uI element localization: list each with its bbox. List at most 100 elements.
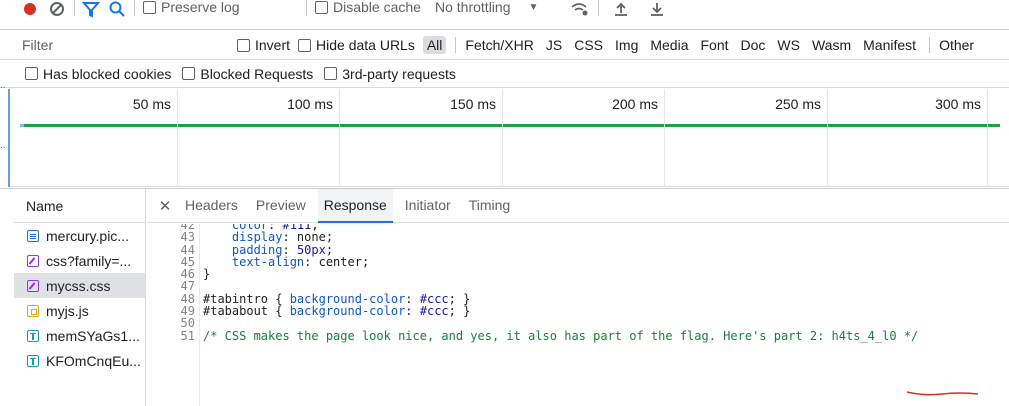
line-number: 43 bbox=[180, 230, 195, 245]
network-conditions-icon[interactable] bbox=[570, 0, 590, 22]
chevron-down-icon: ▼ bbox=[528, 1, 539, 13]
timeline-gridline bbox=[339, 89, 340, 187]
request-row[interactable]: css?family=... bbox=[14, 248, 145, 273]
blocked-requests-box[interactable] bbox=[182, 67, 196, 80]
timeline-gridline bbox=[502, 89, 503, 187]
invert-checkbox[interactable]: Invert bbox=[237, 37, 290, 53]
type-filter-font[interactable]: Font bbox=[697, 36, 733, 54]
line-content: /* CSS makes the page look nice, and yes… bbox=[203, 328, 919, 343]
request-list: Name mercury.pic... css?family=... mycss.c… bbox=[14, 189, 146, 406]
filter-options: Invert Hide data URLs All Fetch/XHR JS CSS I… bbox=[237, 34, 982, 56]
tab-preview[interactable]: Preview bbox=[250, 189, 312, 223]
hide-data-urls-box[interactable] bbox=[298, 38, 312, 52]
red-underline-annotation bbox=[906, 391, 979, 396]
type-filter-css[interactable]: CSS bbox=[570, 36, 607, 54]
request-row[interactable]: mycss.css bbox=[14, 273, 145, 298]
tab-initiator[interactable]: Initiator bbox=[399, 189, 457, 223]
tab-response[interactable]: Response bbox=[317, 188, 393, 223]
has-blocked-cookies-checkbox[interactable]: Has blocked cookies bbox=[25, 66, 171, 82]
hide-data-urls-checkbox[interactable]: Hide data URLs bbox=[298, 37, 415, 53]
filter-input[interactable]: Filter bbox=[22, 34, 222, 56]
line-number: 47 bbox=[180, 279, 195, 294]
type-filter-separator bbox=[455, 37, 457, 53]
type-filter-other[interactable]: Other bbox=[935, 36, 978, 54]
has-blocked-cookies-box[interactable] bbox=[25, 67, 38, 80]
request-row[interactable]: KFOmCnqEu... bbox=[14, 348, 145, 373]
disable-cache-box[interactable] bbox=[315, 0, 328, 14]
type-filter-js[interactable]: JS bbox=[542, 36, 566, 54]
tab-timing[interactable]: Timing bbox=[463, 189, 517, 223]
network-toolbar: Preserve log Disable cache No throttling… bbox=[0, 0, 1009, 30]
timeline-gridline bbox=[177, 89, 178, 187]
request-name: myjs.js bbox=[46, 302, 89, 319]
export-har-icon[interactable] bbox=[650, 0, 664, 22]
type-filter-fetch-xhr[interactable]: Fetch/XHR bbox=[461, 36, 537, 54]
timeline-gridline bbox=[987, 89, 988, 187]
timeline-gridline bbox=[664, 89, 665, 187]
blocked-requests-checkbox[interactable]: Blocked Requests bbox=[182, 66, 313, 82]
blocked-filter-bar: Has blocked cookies Blocked Requests 3rd… bbox=[0, 60, 1009, 88]
hide-data-urls-label: Hide data URLs bbox=[316, 37, 415, 53]
disable-cache-label: Disable cache bbox=[333, 0, 421, 15]
timeline-tick-label: 50 ms bbox=[132, 96, 171, 112]
filter-icon[interactable] bbox=[82, 0, 100, 22]
throttling-value: No throttling bbox=[435, 0, 511, 15]
line-content: #tababout { background-color: #ccc; } bbox=[203, 304, 471, 319]
third-party-checkbox[interactable]: 3rd-party requests bbox=[324, 66, 456, 82]
detail-tabs: ✕ Headers Preview Response Initiator Timing bbox=[147, 188, 1009, 223]
type-filter-img[interactable]: Img bbox=[611, 36, 642, 54]
code-line: 47 bbox=[147, 279, 1009, 294]
js-file-icon bbox=[27, 304, 39, 317]
css-file-icon bbox=[27, 279, 39, 292]
code-line: 51 /* CSS makes the page look nice, and y… bbox=[147, 328, 1009, 343]
search-icon[interactable] bbox=[108, 0, 126, 22]
preserve-log-box[interactable] bbox=[143, 0, 156, 14]
type-filter-doc[interactable]: Doc bbox=[737, 36, 770, 54]
request-name: memSYaGs1... bbox=[46, 327, 140, 344]
code-line: 46} bbox=[147, 268, 1009, 281]
response-body[interactable]: 42 color: #111; 43 display: none; 44 paddi… bbox=[147, 224, 1009, 406]
type-filter-wasm[interactable]: Wasm bbox=[808, 36, 855, 54]
invert-box[interactable] bbox=[237, 38, 250, 52]
css-file-icon bbox=[27, 254, 39, 267]
type-filter-media[interactable]: Media bbox=[646, 36, 692, 54]
request-rows: mercury.pic... css?family=... mycss.css myj… bbox=[14, 223, 145, 373]
timeline-tick-label: 100 ms bbox=[287, 96, 333, 112]
import-har-icon[interactable] bbox=[614, 0, 628, 22]
requests-panel: Name mercury.pic... css?family=... mycss.c… bbox=[0, 188, 1009, 406]
font-file-icon bbox=[27, 354, 39, 367]
timeline-divider bbox=[10, 186, 1009, 187]
overview-gutter-dots-2: .. bbox=[0, 140, 6, 151]
type-filter-all[interactable]: All bbox=[422, 36, 447, 54]
request-name: KFOmCnqEu... bbox=[46, 352, 141, 369]
line-number: 50 bbox=[180, 316, 195, 331]
network-overview-timeline[interactable]: 50 ms 100 ms 150 ms 200 ms 250 ms 300 ms bbox=[8, 89, 1009, 187]
throttling-select[interactable]: No throttling ▼ bbox=[435, 0, 538, 20]
filter-bar: Filter Invert Hide data URLs All Fetch/XH… bbox=[0, 30, 1009, 60]
tab-headers[interactable]: Headers bbox=[179, 189, 244, 223]
close-icon[interactable]: ✕ bbox=[155, 197, 175, 215]
timeline-tick-label: 200 ms bbox=[612, 96, 658, 112]
request-row[interactable]: myjs.js bbox=[14, 298, 145, 323]
request-name: css?family=... bbox=[46, 252, 132, 269]
type-filter-manifest[interactable]: Manifest bbox=[859, 36, 920, 54]
has-blocked-cookies-label: Has blocked cookies bbox=[43, 65, 172, 82]
name-column-header[interactable]: Name bbox=[14, 189, 145, 223]
resource-type-filters: All Fetch/XHR JS CSS Img Media Font Doc WS Wasm Ma… bbox=[422, 36, 982, 54]
overview-gutter-dots: .. bbox=[0, 80, 6, 91]
doc-file-icon bbox=[27, 229, 39, 242]
line-content: text-align: center; bbox=[231, 254, 370, 269]
disable-cache-checkbox[interactable]: Disable cache bbox=[315, 0, 421, 20]
line-number: 51 bbox=[180, 328, 195, 343]
code-line: 49 #tababout { background-color: #ccc; } bbox=[147, 304, 1009, 319]
record-icon[interactable] bbox=[22, 0, 38, 22]
type-filter-ws[interactable]: WS bbox=[773, 36, 804, 54]
third-party-box[interactable] bbox=[324, 67, 338, 80]
preserve-log-checkbox[interactable]: Preserve log bbox=[143, 0, 240, 20]
type-filter-separator bbox=[929, 37, 931, 53]
request-row[interactable]: mercury.pic... bbox=[14, 223, 145, 248]
third-party-label: 3rd-party requests bbox=[342, 65, 456, 82]
timeline-tick-label: 250 ms bbox=[775, 96, 821, 112]
request-row[interactable]: memSYaGs1... bbox=[14, 323, 145, 348]
clear-icon[interactable] bbox=[48, 0, 66, 22]
